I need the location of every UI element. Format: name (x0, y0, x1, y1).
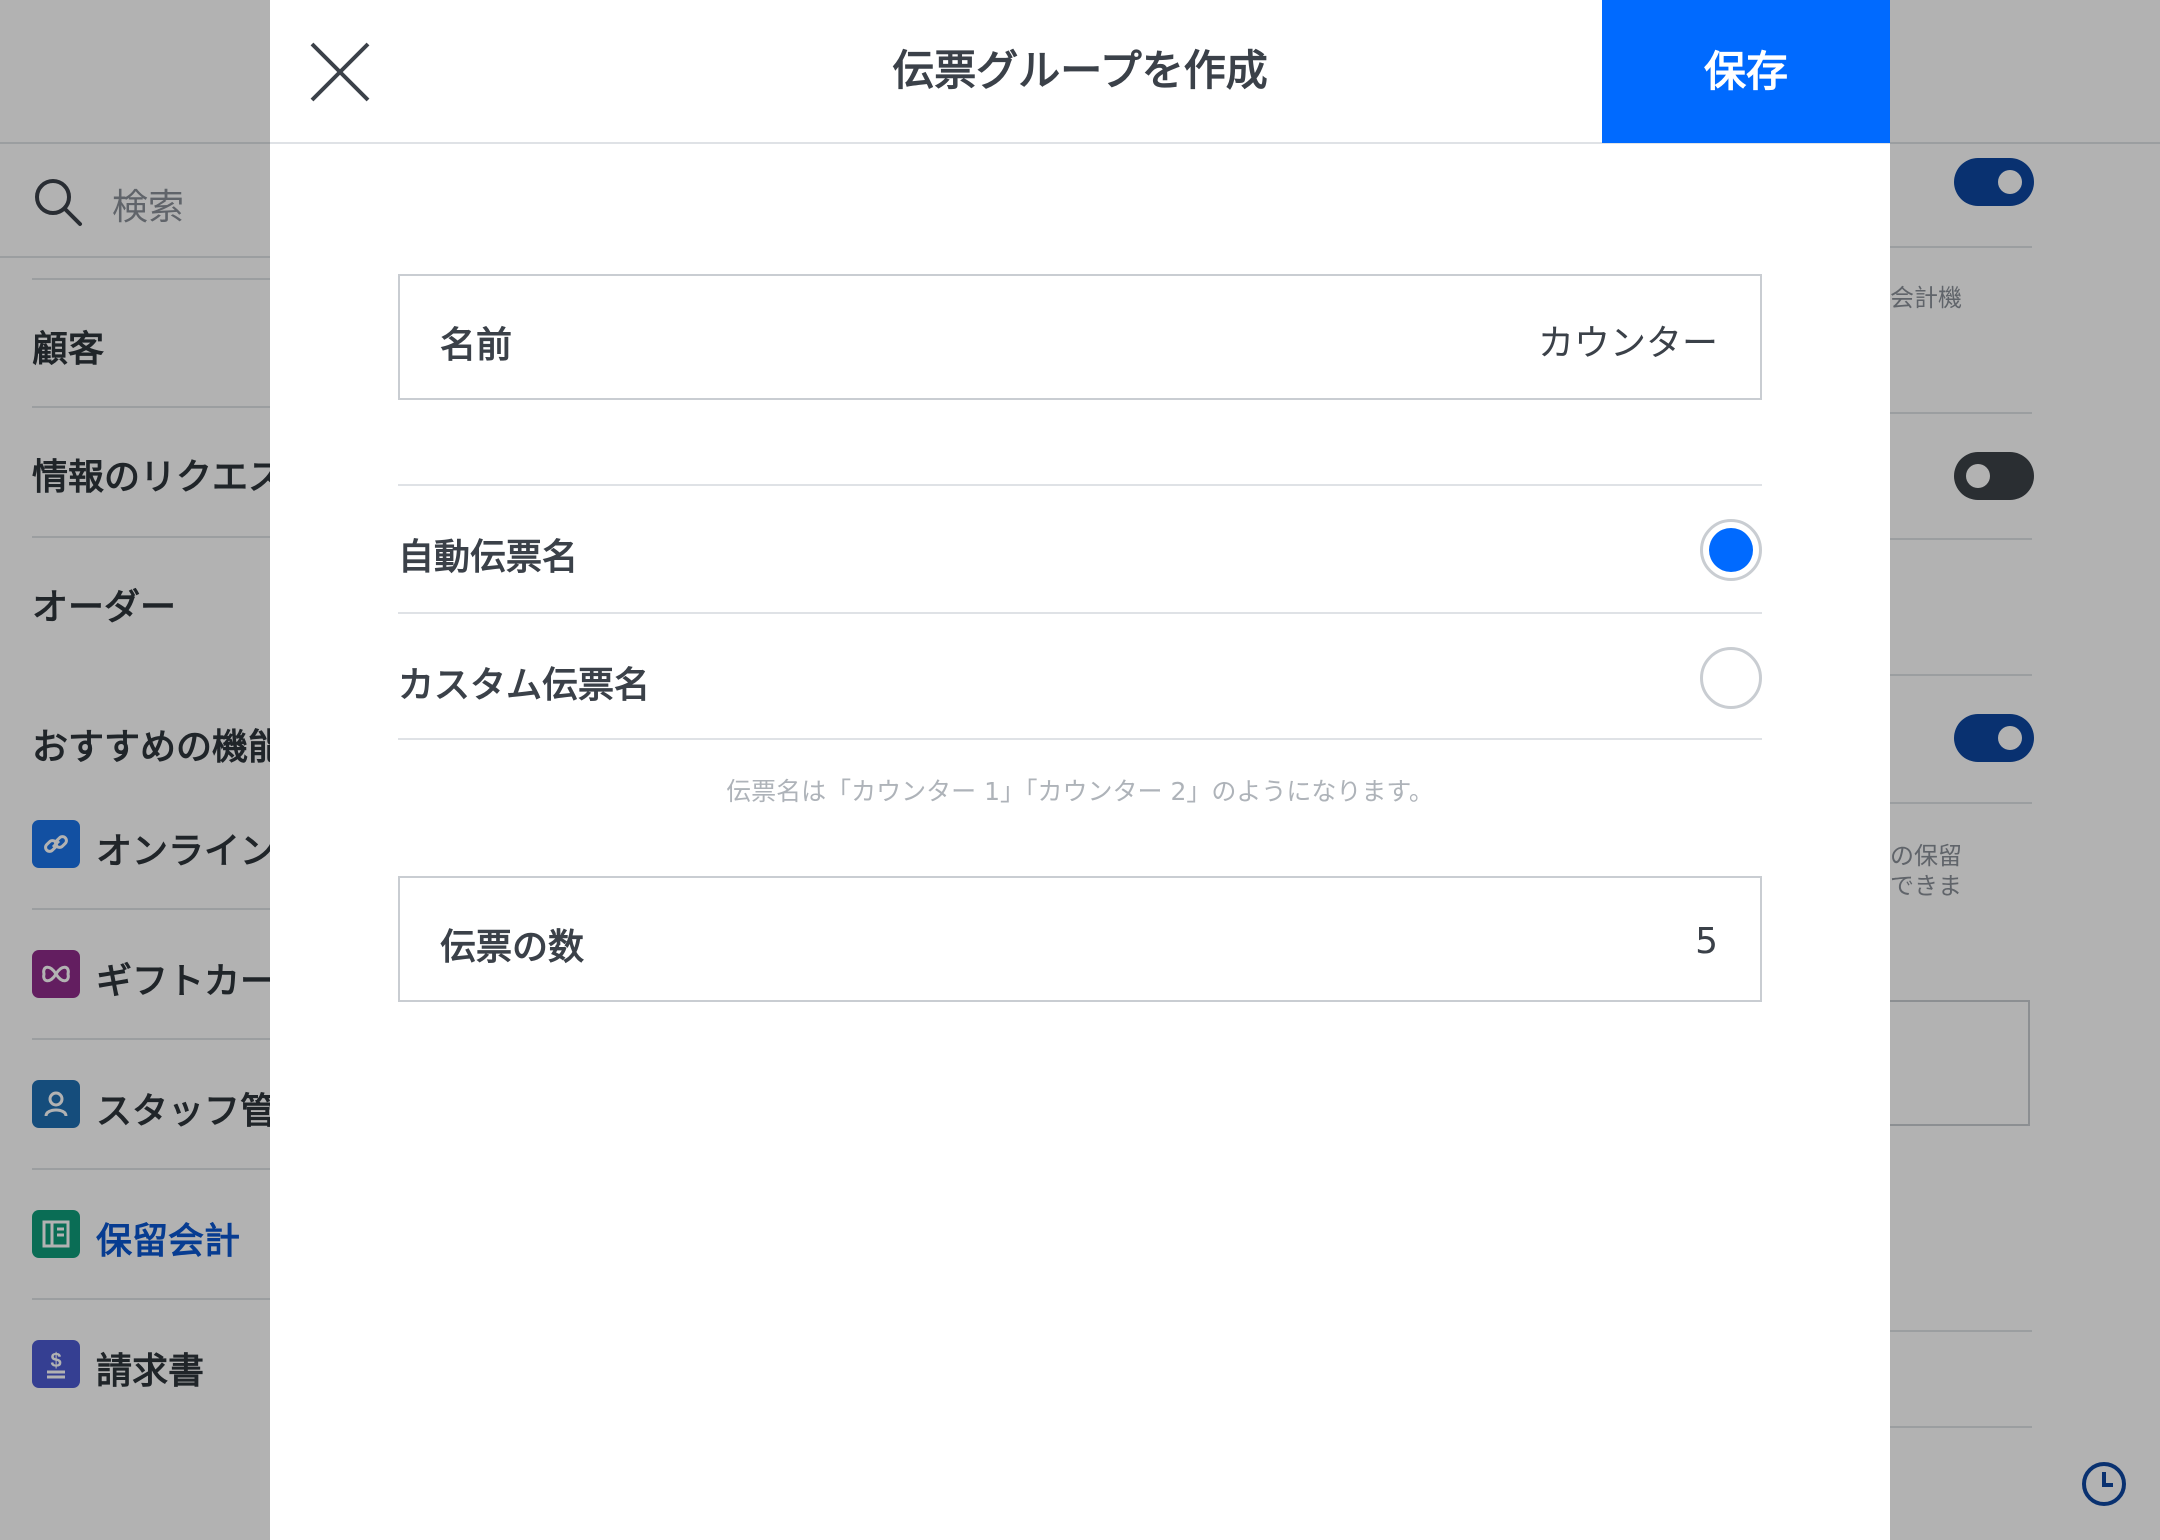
radio-option-label: 自動伝票名 (398, 537, 579, 578)
radio-option-label: カスタム伝票名 (398, 665, 651, 706)
radio-button-unselected[interactable] (1700, 647, 1762, 709)
ticket-count-input[interactable] (1116, 920, 1720, 963)
radio-button-selected[interactable] (1700, 519, 1762, 581)
ticket-count-label: 伝票の数 (440, 927, 585, 968)
name-field-label: 名前 (440, 325, 513, 366)
create-ticket-group-modal: 伝票グループを作成 保存 名前 自動伝票名 カスタム伝票名 伝票名は「カウンター… (270, 0, 1890, 1540)
radio-option-auto-ticket-name[interactable]: 自動伝票名 (398, 484, 1762, 614)
radio-option-custom-ticket-name[interactable]: カスタム伝票名 (398, 612, 1762, 742)
name-input[interactable] (1116, 318, 1720, 361)
divider (398, 738, 1762, 740)
modal-header: 伝票グループを作成 保存 (270, 0, 1890, 144)
helper-text: 伝票名は「カウンター 1」「カウンター 2」のようになります。 (726, 777, 1434, 806)
save-button[interactable]: 保存 (1602, 0, 1890, 143)
close-icon[interactable] (306, 36, 376, 106)
name-field[interactable]: 名前 (398, 274, 1762, 400)
ticket-count-field[interactable]: 伝票の数 (398, 876, 1762, 1002)
